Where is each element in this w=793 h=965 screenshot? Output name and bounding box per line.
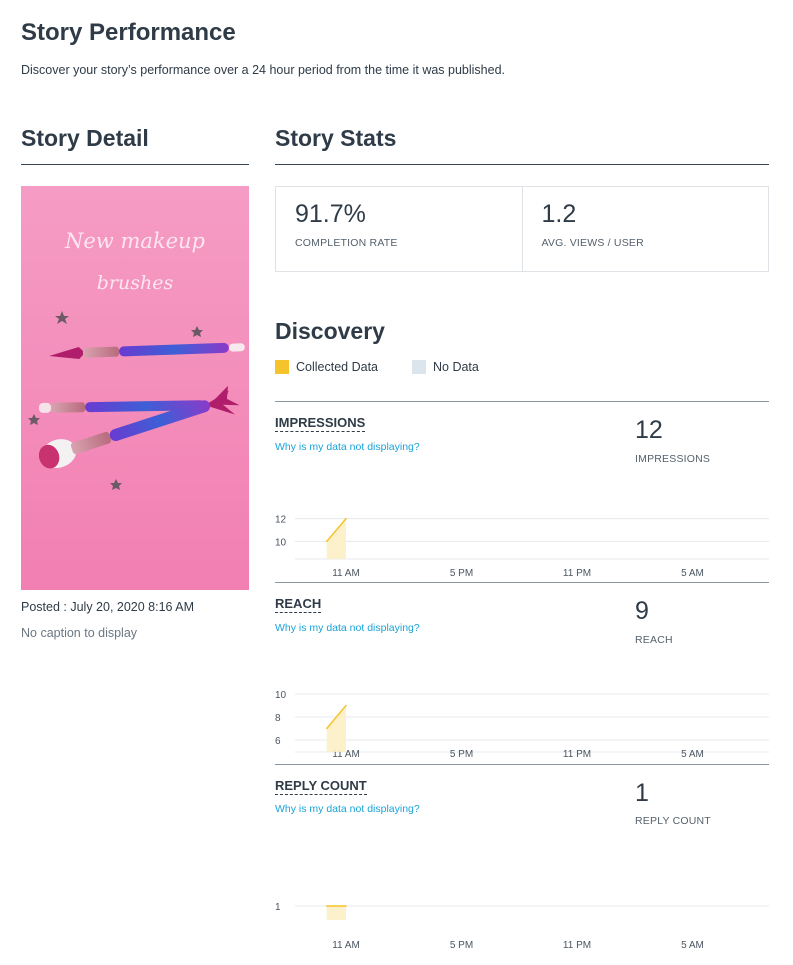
- reach-chart: 6 8 10 11 AM 5 PM 11 PM 5 AM: [275, 682, 769, 762]
- reply-count-value: 1: [635, 779, 649, 807]
- x-tick-label: 5 AM: [681, 940, 704, 951]
- discovery-heading: Discovery: [275, 318, 385, 344]
- x-tick-label: 5 PM: [450, 749, 473, 760]
- impressions-help-link[interactable]: Why is my data not displaying?: [275, 441, 420, 453]
- legend-swatch-no-data: [412, 360, 426, 374]
- data-point: [345, 704, 347, 707]
- legend-label-collected: Collected Data: [296, 360, 378, 374]
- y-tick-label: 8: [275, 713, 281, 724]
- story-image-text-2: brushes: [97, 272, 174, 294]
- impressions-value: 12: [635, 416, 663, 444]
- reply-count-help-link[interactable]: Why is my data not displaying?: [275, 803, 420, 815]
- data-point: [325, 540, 328, 543]
- avg-views-label: AVG. VIEWS / USER: [541, 237, 644, 249]
- x-tick-label: 11 PM: [563, 749, 591, 760]
- reach-chart-svg: 681011 AM 5 PM 11 PM 5 AM: [275, 690, 769, 760]
- story-image-art: New makeup brushes: [21, 186, 249, 590]
- data-point: [325, 727, 328, 730]
- page-title: Story Performance: [21, 19, 236, 46]
- x-tick-label: 5 AM: [681, 568, 704, 579]
- reply-count-chart: 1 11 AM 5 PM 11 PM 5 AM: [275, 874, 769, 954]
- story-image[interactable]: New makeup brushes: [21, 186, 249, 590]
- x-tick-label: 11 AM: [332, 940, 360, 951]
- data-point: [345, 905, 347, 907]
- x-tick-label: 5 PM: [450, 568, 473, 579]
- reply-count-chart-svg: 1 11 AM 5 PM 11 PM 5 AM: [275, 902, 769, 951]
- y-tick-label: 12: [275, 515, 287, 526]
- impressions-title[interactable]: IMPRESSIONS: [275, 415, 366, 432]
- impressions-chart: 10 12 11 AM 5 PM 11 PM 5 AM: [275, 501, 769, 581]
- reach-help-link[interactable]: Why is my data not displaying?: [275, 622, 420, 634]
- data-point: [345, 517, 347, 520]
- reply-count-title[interactable]: REPLY COUNT: [275, 778, 367, 795]
- series-area: [326, 705, 346, 752]
- y-tick-label: 10: [275, 690, 287, 701]
- reach-title[interactable]: REACH: [275, 596, 322, 613]
- story-stats-divider: [275, 164, 769, 165]
- page-subtitle: Discover your story’s performance over a…: [21, 63, 506, 77]
- legend-no-data: No Data: [412, 360, 479, 374]
- reach-value: 9: [635, 597, 649, 625]
- x-tick-label: 11 PM: [563, 940, 591, 951]
- story-detail-heading: Story Detail: [21, 125, 149, 151]
- story-image-text-1: New makeup: [64, 229, 205, 253]
- reach-section: REACH Why is my data not displaying? 9 R…: [275, 582, 769, 762]
- impressions-section: IMPRESSIONS Why is my data not displayin…: [275, 401, 769, 581]
- story-detail-divider: [21, 164, 249, 165]
- completion-rate-stat: 91.7% COMPLETION RATE: [276, 187, 522, 271]
- completion-rate-value: 91.7%: [295, 200, 366, 228]
- data-point: [325, 905, 328, 907]
- reply-count-section: REPLY COUNT Why is my data not displayin…: [275, 764, 769, 954]
- reach-label: REACH: [635, 634, 673, 646]
- y-tick-label: 10: [275, 537, 287, 548]
- legend-swatch-collected: [275, 360, 289, 374]
- avg-views-stat: 1.2 AVG. VIEWS / USER: [521, 187, 769, 271]
- impressions-label: IMPRESSIONS: [635, 453, 711, 465]
- story-stats-heading: Story Stats: [275, 125, 397, 151]
- y-tick-label: 1: [275, 902, 281, 913]
- x-tick-label: 11 AM: [332, 568, 360, 579]
- avg-views-value: 1.2: [541, 200, 577, 228]
- completion-rate-label: COMPLETION RATE: [295, 237, 398, 249]
- y-tick-label: 6: [275, 736, 281, 747]
- story-caption: No caption to display: [21, 626, 138, 640]
- series-area: [326, 906, 346, 920]
- stats-summary: 91.7% COMPLETION RATE 1.2 AVG. VIEWS / U…: [275, 186, 769, 272]
- x-tick-label: 5 AM: [681, 749, 704, 760]
- reply-count-label: REPLY COUNT: [635, 815, 711, 827]
- legend-collected: Collected Data: [275, 360, 378, 374]
- x-tick-label: 5 PM: [450, 940, 473, 951]
- legend-label-no-data: No Data: [433, 360, 479, 374]
- posted-timestamp: Posted : July 20, 2020 8:16 AM: [21, 600, 195, 614]
- x-tick-label: 11 PM: [563, 568, 591, 579]
- impressions-chart-svg: 10 12 11 AM 5 PM 11 PM 5 AM: [275, 515, 769, 579]
